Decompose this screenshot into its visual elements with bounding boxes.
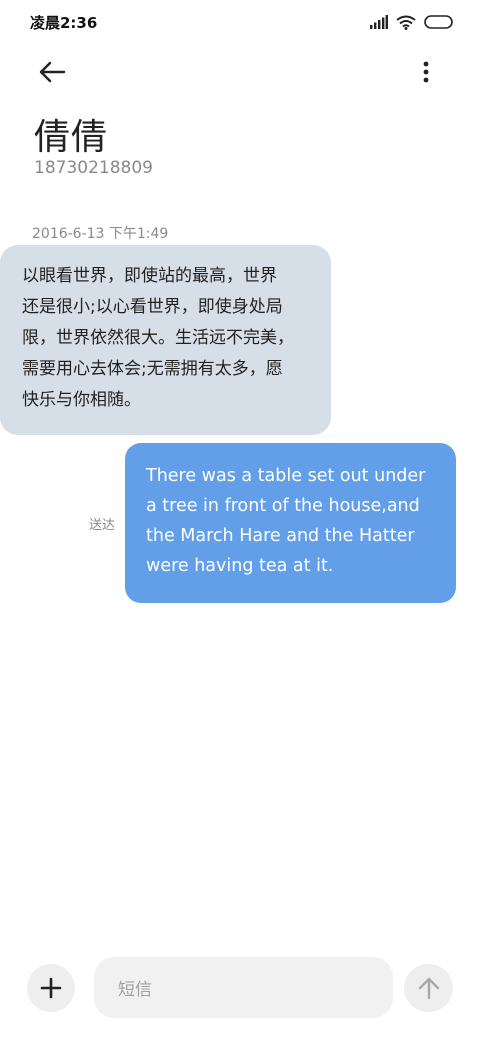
outgoing-message-bubble[interactable]: There was a table set out under a tree i… — [125, 443, 456, 603]
message-line: 快乐与你相随。 — [22, 390, 141, 410]
message-line: 需要用心去体会;无需拥有太多，愿 — [22, 359, 283, 379]
message-input-placeholder: 短信 — [118, 980, 152, 1000]
wifi-icon — [396, 15, 416, 30]
incoming-message-bubble[interactable]: 以眼看世界，即使站的最高，世界 还是很小;以心看世界，即使身处局 限，世界依然很… — [0, 245, 331, 435]
message-line: a tree in front of the house,and — [146, 496, 420, 516]
plus-icon — [40, 977, 62, 999]
contact-number[interactable]: 18730218809 — [34, 158, 153, 178]
message-input[interactable]: 短信 — [94, 957, 393, 1018]
send-arrow-icon — [418, 977, 439, 1000]
message-line: were having tea at it. — [146, 556, 334, 576]
back-arrow-icon — [39, 61, 66, 83]
battery-icon — [424, 15, 453, 29]
status-time: 凌晨2:36 — [30, 14, 98, 32]
contact-name: 倩倩 — [34, 117, 109, 158]
message-line: 以眼看世界，即使站的最高，世界 — [22, 266, 277, 286]
send-button[interactable] — [404, 964, 453, 1012]
conversation-header — [0, 44, 480, 100]
status-icons — [370, 12, 454, 32]
add-attachment-button[interactable] — [27, 964, 75, 1012]
more-options-button[interactable] — [408, 54, 444, 90]
message-line: There was a table set out under — [146, 466, 426, 486]
message-timestamp: 2016-6-13 下午1:49 — [32, 226, 169, 242]
signal-icon — [370, 15, 388, 29]
message-line: 限，世界依然很大。生活远不完美， — [22, 328, 294, 348]
more-vertical-icon — [423, 61, 429, 83]
back-button[interactable] — [34, 54, 70, 90]
delivery-status: 送达 — [89, 518, 116, 533]
message-line: 还是很小;以心看世界，即使身处局 — [22, 297, 283, 317]
message-line: the March Hare and the Hatter — [146, 526, 415, 546]
status-bar: 凌晨2:36 — [0, 0, 480, 44]
